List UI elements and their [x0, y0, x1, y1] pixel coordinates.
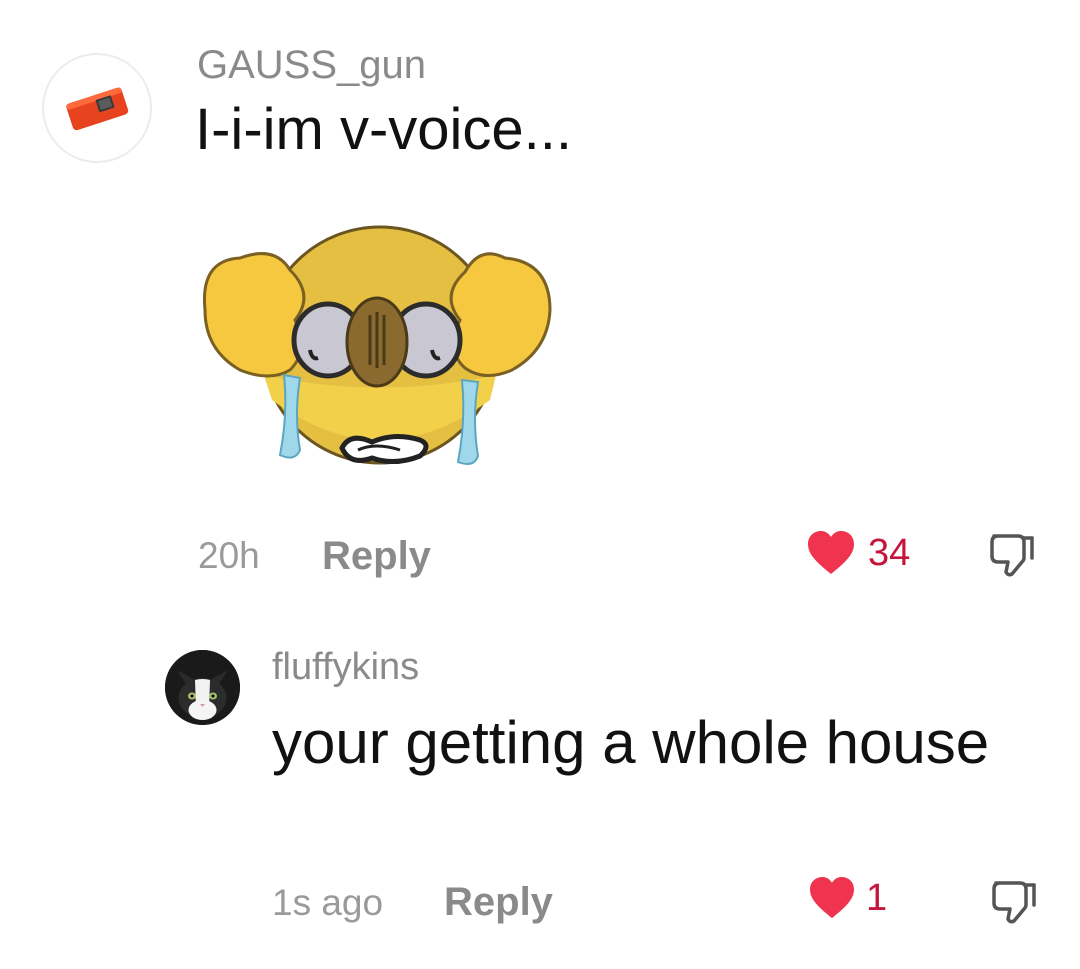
like-button[interactable]: 34 — [806, 530, 910, 576]
comment-timestamp: 1s ago — [272, 882, 384, 923]
like-count: 1 — [866, 877, 888, 919]
heart-icon — [810, 876, 854, 919]
comment-thread: GAUSS_gun I-i-im v-voice... 20h Reply 34 — [0, 0, 1080, 969]
heart-icon — [808, 531, 854, 574]
comment-text: I-i-im v-voice... — [195, 97, 572, 162]
like-button[interactable]: 1 — [808, 876, 887, 920]
thumbs-down-icon — [992, 881, 1036, 924]
crying-emoji-sticker — [202, 225, 552, 465]
comment-text: your getting a whole house — [272, 709, 990, 776]
reply-button[interactable]: Reply — [322, 536, 431, 576]
comment-timestamp: 20h — [198, 535, 260, 576]
comment-username[interactable]: fluffykins — [272, 648, 419, 686]
user-avatar[interactable] — [42, 53, 152, 163]
orange-device-icon — [66, 87, 129, 131]
user-avatar[interactable] — [165, 650, 240, 725]
thumbs-down-icon — [990, 534, 1034, 577]
comment-username[interactable]: GAUSS_gun — [197, 45, 426, 85]
reply-button[interactable]: Reply — [444, 882, 553, 922]
dislike-button[interactable] — [988, 530, 1036, 578]
cat-avatar — [165, 650, 240, 725]
dislike-button[interactable] — [990, 877, 1038, 925]
like-count: 34 — [868, 532, 911, 574]
